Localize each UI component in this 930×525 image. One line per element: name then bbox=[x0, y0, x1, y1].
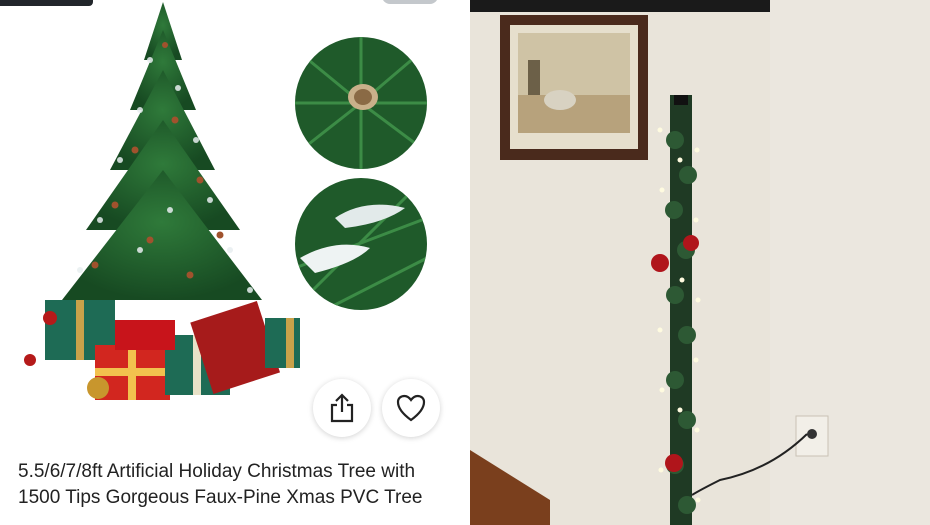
favorite-button[interactable] bbox=[382, 379, 440, 437]
heart-icon bbox=[396, 394, 426, 422]
product-hero-image[interactable] bbox=[0, 0, 300, 420]
share-icon bbox=[330, 393, 354, 423]
product-listing-panel: 5.5/6/7/8ft Artificial Holiday Christmas… bbox=[0, 0, 468, 525]
product-title: 5.5/6/7/8ft Artificial Holiday Christmas… bbox=[18, 461, 423, 508]
share-button[interactable] bbox=[313, 379, 371, 437]
reality-tree-photo bbox=[470, 0, 930, 525]
top-pill-button[interactable] bbox=[382, 0, 438, 4]
thumbnail-snowy-branch[interactable] bbox=[295, 178, 427, 310]
thumbnail-pinecone[interactable] bbox=[295, 37, 427, 169]
reality-photo bbox=[470, 0, 930, 525]
